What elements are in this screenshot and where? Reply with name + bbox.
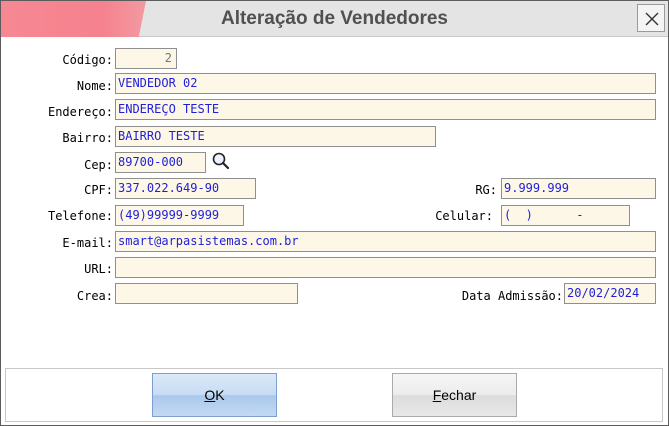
codigo-field[interactable]: 2: [115, 48, 177, 69]
cep-label: Cep:: [84, 158, 113, 172]
cpf-label: CPF:: [84, 183, 113, 197]
celular-field[interactable]: ( ) -: [501, 205, 630, 226]
close-icon: [645, 12, 659, 26]
cpf-field[interactable]: 337.022.649-90: [115, 178, 256, 199]
data-admissao-label: Data Admissão:: [461, 289, 563, 303]
url-label: URL:: [84, 262, 113, 276]
rg-label: RG:: [475, 183, 497, 197]
ok-label-rest: K: [215, 387, 225, 403]
dialog-window: Alteração de Vendedores Código: 2 Nome: …: [0, 0, 669, 426]
url-field[interactable]: [115, 257, 656, 278]
codigo-label: Código:: [62, 53, 113, 67]
crea-label: Crea:: [76, 289, 113, 303]
nome-label: Nome:: [76, 79, 113, 93]
fechar-button[interactable]: Fechar: [392, 373, 517, 417]
crea-field[interactable]: [115, 283, 298, 304]
bairro-label: Bairro:: [62, 131, 113, 145]
search-icon[interactable]: [211, 151, 231, 171]
button-panel: [5, 368, 663, 422]
fechar-label-rest: echar: [441, 387, 477, 403]
endereco-label: Endereço:: [47, 105, 113, 119]
title-bar: Alteração de Vendedores: [1, 1, 668, 37]
close-button[interactable]: [637, 4, 665, 32]
email-label: E-mail:: [62, 236, 113, 250]
nome-field[interactable]: VENDEDOR 02: [115, 73, 656, 94]
data-admissao-field[interactable]: 20/02/2024: [564, 283, 656, 304]
window-title: Alteração de Vendedores: [220, 8, 449, 29]
fechar-accel: F: [432, 387, 442, 403]
bairro-field[interactable]: BAIRRO TESTE: [115, 126, 436, 147]
email-field[interactable]: smart@arpasistemas.com.br: [115, 231, 656, 252]
ok-button[interactable]: OK: [152, 373, 277, 417]
ok-accel: O: [204, 387, 216, 403]
endereco-field[interactable]: ENDEREÇO TESTE: [115, 99, 656, 120]
cep-field[interactable]: 89700-000: [115, 152, 206, 173]
telefone-label: Telefone:: [47, 209, 113, 223]
telefone-field[interactable]: (49)99999-9999: [115, 205, 244, 226]
rg-field[interactable]: 9.999.999: [501, 178, 656, 199]
celular-label: Celular:: [435, 209, 493, 223]
